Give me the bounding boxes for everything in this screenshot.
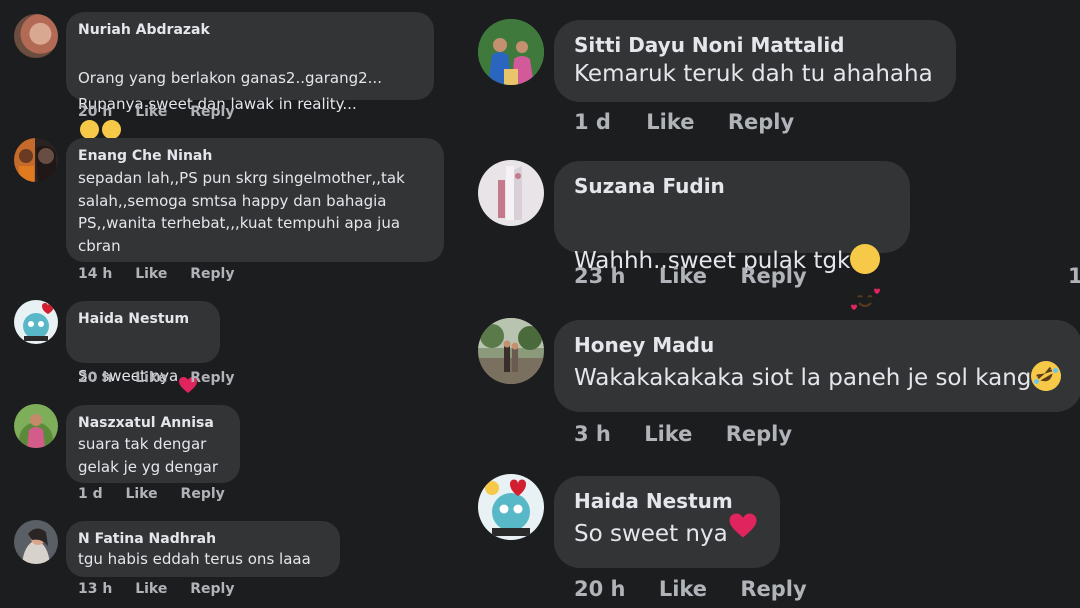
like-button[interactable]: Like xyxy=(644,422,692,446)
comment-author[interactable]: Haida Nestum xyxy=(574,489,760,513)
like-button[interactable]: Like xyxy=(659,577,707,601)
comment-author[interactable]: Sitti Dayu Noni Mattalid xyxy=(574,33,936,57)
comment-text: Wakakakakaka siot la paneh je sol kang xyxy=(574,355,1067,399)
comment-time[interactable]: 13 h xyxy=(78,581,112,597)
comment-text: Orang yang berlakon ganas2..garang2... R… xyxy=(78,39,422,159)
comment-actions: 1 d Like Reply xyxy=(78,486,225,502)
comment-text-body: So sweet nya xyxy=(574,521,728,547)
comment-text: Kemaruk teruk dah tu ahahaha xyxy=(574,61,933,87)
comment-time[interactable]: 20 h xyxy=(78,104,112,120)
comment-actions: 20 h Like Reply xyxy=(574,577,807,601)
comment-actions: 13 h Like Reply xyxy=(78,581,234,597)
reply-button[interactable]: Reply xyxy=(740,577,806,601)
comment-time[interactable]: 1 d xyxy=(78,486,103,502)
comment-actions: 23 h Like Reply xyxy=(574,264,807,288)
grinning-sweat-emoji xyxy=(102,120,121,159)
like-button[interactable]: Like xyxy=(659,264,707,288)
comment-time[interactable]: 20 h xyxy=(574,577,626,601)
reply-button[interactable]: Reply xyxy=(740,264,806,288)
like-button[interactable]: Like xyxy=(135,266,167,282)
comment-bubble: Enang Che Ninah sepadan lah,,PS pun skrg… xyxy=(66,138,444,262)
smiling-face-with-hearts-emoji xyxy=(850,243,881,310)
like-button[interactable]: Like xyxy=(646,110,694,134)
reaction-count[interactable]: 1 xyxy=(1068,264,1080,288)
like-button[interactable]: Like xyxy=(135,104,167,120)
reply-button[interactable]: Reply xyxy=(190,370,234,386)
avatar[interactable] xyxy=(14,14,58,58)
avatar[interactable] xyxy=(478,318,544,384)
rolling-on-floor-laughing-emoji xyxy=(1025,355,1067,396)
avatar[interactable] xyxy=(14,520,58,564)
like-button[interactable]: Like xyxy=(126,486,158,502)
comment-text: So sweet nya xyxy=(78,328,208,401)
reply-button[interactable]: Reply xyxy=(181,486,225,502)
comment-actions: 14 h Like Reply xyxy=(78,266,234,282)
comment-time[interactable]: 14 h xyxy=(78,266,112,282)
comment-bubble: Naszxatul Annisa suara tak dengar gelak … xyxy=(66,405,240,483)
comment-actions: 3 h Like Reply xyxy=(574,422,792,446)
avatar[interactable] xyxy=(14,138,58,182)
reply-button[interactable]: Reply xyxy=(728,110,794,134)
comment-text: suara tak dengar gelak je yg dengar xyxy=(78,435,219,476)
comment-bubble: Haida Nestum So sweet nya xyxy=(554,476,780,568)
comment-time[interactable]: 3 h xyxy=(574,422,611,446)
avatar[interactable] xyxy=(478,474,544,540)
comment-author[interactable]: Suzana Fudin xyxy=(574,174,890,198)
avatar[interactable] xyxy=(478,19,544,85)
avatar[interactable] xyxy=(14,300,58,344)
comment-bubble: N Fatina Nadhrah tgu habis eddah terus o… xyxy=(66,521,340,577)
red-heart-emoji xyxy=(728,511,758,553)
comment-author[interactable]: Honey Madu xyxy=(574,333,1062,357)
comment-actions: 20 h Like Reply xyxy=(78,370,234,386)
comment-bubble: Sitti Dayu Noni Mattalid Kemaruk teruk d… xyxy=(554,20,956,102)
avatar[interactable] xyxy=(14,404,58,448)
comment-text: tgu habis eddah terus ons laaa xyxy=(78,550,311,568)
comment-bubble: Suzana Fudin Wahhh..sweet pulak tgk xyxy=(554,161,910,310)
comment-bubble: Haida Nestum So sweet nya xyxy=(66,301,220,393)
comment-text: So sweet nya xyxy=(574,513,760,556)
comment-text: sepadan lah,,PS pun skrg singelmother,,t… xyxy=(78,169,405,255)
comment-author[interactable]: Enang Che Ninah xyxy=(78,147,432,165)
avatar[interactable] xyxy=(478,160,544,226)
reply-button[interactable]: Reply xyxy=(190,581,234,597)
comment-bubble: Honey Madu Wakakakakaka siot la paneh je… xyxy=(554,320,1080,412)
comment-bubble: Nuriah Abdrazak Orang yang berlakon gana… xyxy=(66,12,434,159)
comment-author[interactable]: Nuriah Abdrazak xyxy=(78,21,422,39)
like-button[interactable]: Like xyxy=(135,370,167,386)
comment-text-body: Wakakakakaka siot la paneh je sol kang xyxy=(574,365,1032,391)
comment-actions: 1 d Like Reply xyxy=(574,110,794,134)
reply-button[interactable]: Reply xyxy=(726,422,792,446)
comment-actions: 20 h Like Reply xyxy=(78,104,234,120)
comment-author[interactable]: Haida Nestum xyxy=(78,310,208,328)
comment-author[interactable]: N Fatina Nadhrah xyxy=(78,530,328,548)
reply-button[interactable]: Reply xyxy=(190,104,234,120)
comment-time[interactable]: 1 d xyxy=(574,110,611,134)
comment-author[interactable]: Naszxatul Annisa xyxy=(78,414,228,432)
reply-button[interactable]: Reply xyxy=(190,266,234,282)
grinning-sweat-emoji xyxy=(80,120,99,159)
like-button[interactable]: Like xyxy=(135,581,167,597)
comment-time[interactable]: 20 h xyxy=(78,370,112,386)
comment-time[interactable]: 23 h xyxy=(574,264,626,288)
